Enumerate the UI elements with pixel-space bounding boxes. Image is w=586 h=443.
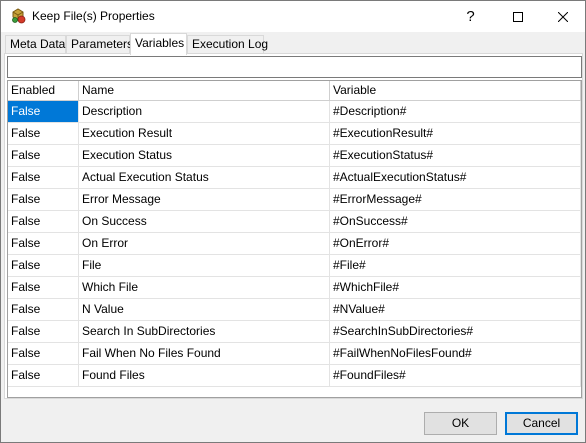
grid-body: False Description #Description# False Ex… <box>8 101 581 387</box>
name-cell[interactable]: Search In SubDirectories <box>79 321 330 342</box>
name-cell[interactable]: Which File <box>79 277 330 298</box>
name-cell[interactable]: On Error <box>79 233 330 254</box>
table-row[interactable]: False On Success #OnSuccess# <box>8 211 581 233</box>
tab-execution-log[interactable]: Execution Log <box>187 35 268 54</box>
table-row[interactable]: False Search In SubDirectories #SearchIn… <box>8 321 581 343</box>
cancel-button[interactable]: Cancel <box>505 412 578 435</box>
window-title: Keep File(s) Properties <box>32 9 155 23</box>
variable-cell[interactable]: #Description# <box>330 101 581 122</box>
column-header-name[interactable]: Name <box>79 81 330 101</box>
enabled-cell[interactable]: False <box>8 365 79 386</box>
enabled-cell[interactable]: False <box>8 189 79 210</box>
table-row[interactable]: False Error Message #ErrorMessage# <box>8 189 581 211</box>
tab-parameters[interactable]: Parameters <box>66 35 133 54</box>
variable-cell[interactable]: #OnError# <box>330 233 581 254</box>
table-row[interactable]: False Description #Description# <box>8 101 581 123</box>
name-cell[interactable]: N Value <box>79 299 330 320</box>
name-cell[interactable]: Execution Result <box>79 123 330 144</box>
name-cell[interactable]: On Success <box>79 211 330 232</box>
app-icon <box>10 8 26 24</box>
ok-button[interactable]: OK <box>424 412 497 435</box>
enabled-cell[interactable]: False <box>8 101 79 122</box>
table-row[interactable]: False On Error #OnError# <box>8 233 581 255</box>
variable-cell[interactable]: #SearchInSubDirectories# <box>330 321 581 342</box>
variable-cell[interactable]: #ExecutionStatus# <box>330 145 581 166</box>
enabled-cell[interactable]: False <box>8 255 79 276</box>
table-row[interactable]: False Execution Result #ExecutionResult# <box>8 123 581 145</box>
enabled-cell[interactable]: False <box>8 167 79 188</box>
table-row[interactable]: False Fail When No Files Found #FailWhen… <box>8 343 581 365</box>
table-row[interactable]: False Which File #WhichFile# <box>8 277 581 299</box>
help-button[interactable]: ? <box>448 1 493 32</box>
variable-cell[interactable]: #NValue# <box>330 299 581 320</box>
column-header-enabled[interactable]: Enabled <box>8 81 79 101</box>
variable-cell[interactable]: #WhichFile# <box>330 277 581 298</box>
variable-cell[interactable]: #ExecutionResult# <box>330 123 581 144</box>
table-row[interactable]: False Actual Execution Status #ActualExe… <box>8 167 581 189</box>
close-icon <box>557 11 568 22</box>
table-row[interactable]: False Execution Status #ExecutionStatus# <box>8 145 581 167</box>
variables-panel: Enabled Name Variable False Description … <box>4 53 583 399</box>
variable-cell[interactable]: #FoundFiles# <box>330 365 581 386</box>
variable-cell[interactable]: #FailWhenNoFilesFound# <box>330 343 581 364</box>
enabled-cell[interactable]: False <box>8 123 79 144</box>
name-cell[interactable]: Fail When No Files Found <box>79 343 330 364</box>
tab-variables[interactable]: Variables <box>130 33 187 55</box>
name-cell[interactable]: Error Message <box>79 189 330 210</box>
title-bar[interactable]: Keep File(s) Properties ? <box>1 1 585 32</box>
variables-grid: Enabled Name Variable False Description … <box>7 80 582 398</box>
enabled-cell[interactable]: False <box>8 211 79 232</box>
enabled-cell[interactable]: False <box>8 145 79 166</box>
enabled-cell[interactable]: False <box>8 233 79 254</box>
variable-cell[interactable]: #File# <box>330 255 581 276</box>
properties-dialog: Keep File(s) Properties ? Meta Data Para… <box>0 0 586 443</box>
table-row[interactable]: False File #File# <box>8 255 581 277</box>
table-row[interactable]: False Found Files #FoundFiles# <box>8 365 581 387</box>
name-cell[interactable]: File <box>79 255 330 276</box>
variable-cell[interactable]: #ErrorMessage# <box>330 189 581 210</box>
grid-header: Enabled Name Variable <box>8 81 581 101</box>
column-header-variable[interactable]: Variable <box>330 81 581 101</box>
name-cell[interactable]: Found Files <box>79 365 330 386</box>
variable-cell[interactable]: #OnSuccess# <box>330 211 581 232</box>
enabled-cell[interactable]: False <box>8 343 79 364</box>
name-cell[interactable]: Actual Execution Status <box>79 167 330 188</box>
enabled-cell[interactable]: False <box>8 299 79 320</box>
tab-strip: Meta Data Parameters Variables Execution… <box>1 32 585 55</box>
name-cell[interactable]: Description <box>79 101 330 122</box>
maximize-button[interactable] <box>495 1 540 32</box>
close-button[interactable] <box>540 1 585 32</box>
enabled-cell[interactable]: False <box>8 277 79 298</box>
variable-cell[interactable]: #ActualExecutionStatus# <box>330 167 581 188</box>
tab-meta-data[interactable]: Meta Data <box>5 35 66 54</box>
filter-input[interactable] <box>7 56 582 78</box>
enabled-cell[interactable]: False <box>8 321 79 342</box>
table-row[interactable]: False N Value #NValue# <box>8 299 581 321</box>
maximize-icon <box>512 11 523 22</box>
name-cell[interactable]: Execution Status <box>79 145 330 166</box>
